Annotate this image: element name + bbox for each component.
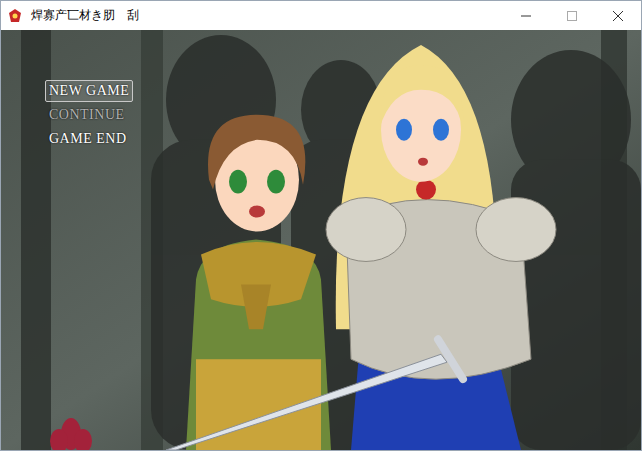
- window-title: 焊寡产匸材き肕 刮: [31, 7, 495, 24]
- title-screen: NEW GAMECONTINUEGAME END: [1, 30, 641, 450]
- close-icon: [613, 11, 623, 21]
- maximize-button[interactable]: [549, 1, 595, 30]
- menu-item[interactable]: CONTINUE: [45, 104, 133, 126]
- menu-item[interactable]: GAME END: [45, 128, 133, 150]
- flower-icon: [50, 418, 92, 450]
- close-button[interactable]: [595, 1, 641, 30]
- minimize-icon: [521, 11, 531, 21]
- maximize-icon: [567, 11, 577, 21]
- title-menu: NEW GAMECONTINUEGAME END: [45, 80, 133, 150]
- app-icon: [7, 8, 23, 24]
- menu-item[interactable]: NEW GAME: [45, 80, 133, 102]
- minimize-button[interactable]: [503, 1, 549, 30]
- game-window: 焊寡产匸材き肕 刮 NEW GAMECONTINUEGAME END: [0, 0, 642, 451]
- title-bar: 焊寡产匸材き肕 刮: [1, 1, 641, 30]
